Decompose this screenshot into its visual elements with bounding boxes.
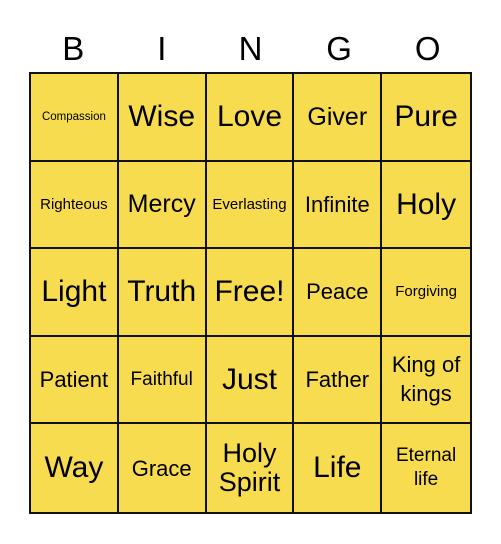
bingo-cell[interactable]: Way <box>31 424 119 512</box>
bingo-cell[interactable]: Light <box>31 249 119 337</box>
free-space[interactable]: Free! <box>206 249 295 337</box>
bingo-cell[interactable]: Holy <box>382 162 470 250</box>
header-letter-i: I <box>157 30 167 67</box>
bingo-cell[interactable]: Infinite <box>294 161 383 250</box>
bingo-cell[interactable]: Patient <box>31 336 119 425</box>
bingo-cell[interactable]: Wise <box>118 74 207 162</box>
bingo-cell[interactable]: Mercy <box>118 161 207 250</box>
bingo-cell[interactable]: Father <box>294 336 383 425</box>
bingo-cell[interactable]: Righteous <box>31 161 119 250</box>
bingo-cell[interactable]: Love <box>206 74 295 162</box>
bingo-cell[interactable]: Truth <box>118 249 207 337</box>
bingo-cell[interactable]: Everlasting <box>206 161 295 250</box>
bingo-grid: Compassion Wise Love Giver Pure Righteou… <box>29 72 472 514</box>
bingo-cell[interactable]: Compassion <box>31 74 119 162</box>
header-letter-n: N <box>238 30 263 67</box>
bingo-cell[interactable]: Grace <box>119 424 207 512</box>
bingo-cell[interactable]: Peace <box>294 249 383 337</box>
bingo-cell[interactable]: Holy Spirit <box>207 424 295 512</box>
header-letter-g: G <box>326 30 352 67</box>
bingo-cell[interactable]: Just <box>206 336 295 425</box>
bingo-cell[interactable]: Life <box>294 424 383 512</box>
bingo-cell[interactable]: Faithful <box>118 336 207 425</box>
bingo-cell[interactable]: Pure <box>382 74 470 162</box>
bingo-cell[interactable]: Forgiving <box>382 249 470 337</box>
bingo-header: B I N G O <box>29 28 472 70</box>
header-letter-b: B <box>62 30 85 67</box>
bingo-cell[interactable]: Eternal life <box>382 424 470 512</box>
bingo-cell[interactable]: Giver <box>294 74 383 162</box>
bingo-cell[interactable]: King of kings <box>382 337 470 425</box>
header-letter-o: O <box>414 30 441 67</box>
